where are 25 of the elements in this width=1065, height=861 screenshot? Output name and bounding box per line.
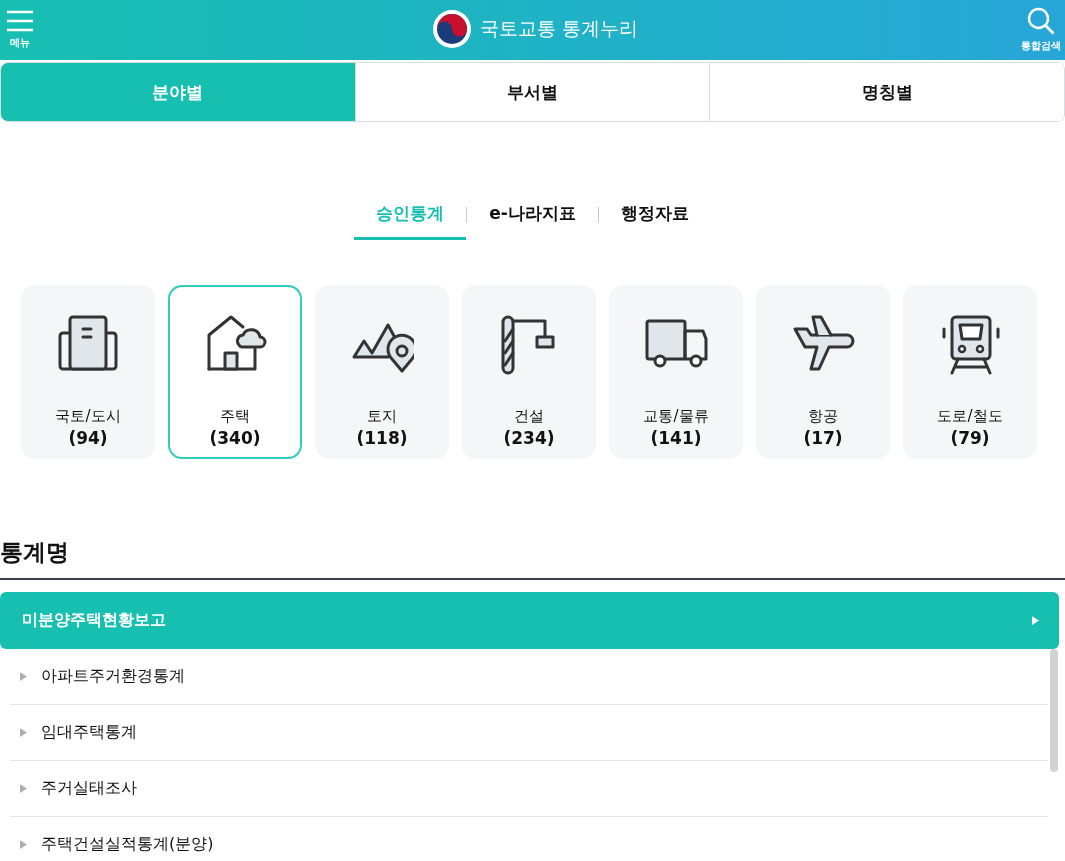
category-card[interactable]: 주택 (340)	[168, 285, 302, 459]
caret-icon	[20, 840, 27, 849]
category-card[interactable]: 토지 (118)	[315, 285, 449, 459]
section-heading: 통계명	[0, 537, 1065, 580]
statistics-list-item[interactable]: 주거실태조사	[10, 761, 1048, 817]
site-title: 국토교통 통계누리	[480, 16, 639, 41]
category-tab[interactable]: 명칭별	[709, 63, 1064, 121]
caret-icon	[20, 672, 27, 681]
category-card[interactable]: 도로/철도 (79)	[903, 285, 1037, 459]
category-card[interactable]: 항공 (17)	[756, 285, 890, 459]
category-card[interactable]: 교통/물류 (141)	[609, 285, 743, 459]
caret-icon	[20, 784, 27, 793]
statistics-list-item[interactable]: 임대주택통계	[10, 705, 1048, 761]
category-card[interactable]: 건설 (234)	[462, 285, 596, 459]
statistics-type-tab[interactable]: 행정자료	[598, 190, 711, 240]
search-icon	[1027, 7, 1055, 35]
statistics-list-item[interactable]: 주택건설실적통계(분양)	[10, 817, 1048, 861]
category-card[interactable]: 국토/도시 (94)	[21, 285, 155, 459]
statistics-type-tab[interactable]: e-나라지표	[467, 190, 598, 240]
menu-icon	[6, 10, 34, 32]
caret-icon	[1032, 616, 1039, 625]
logo-emblem-icon	[432, 9, 472, 49]
caret-icon	[20, 728, 27, 737]
statistics-list-item[interactable]: 아파트주거환경통계	[10, 649, 1048, 705]
scrollbar[interactable]	[1050, 649, 1058, 772]
